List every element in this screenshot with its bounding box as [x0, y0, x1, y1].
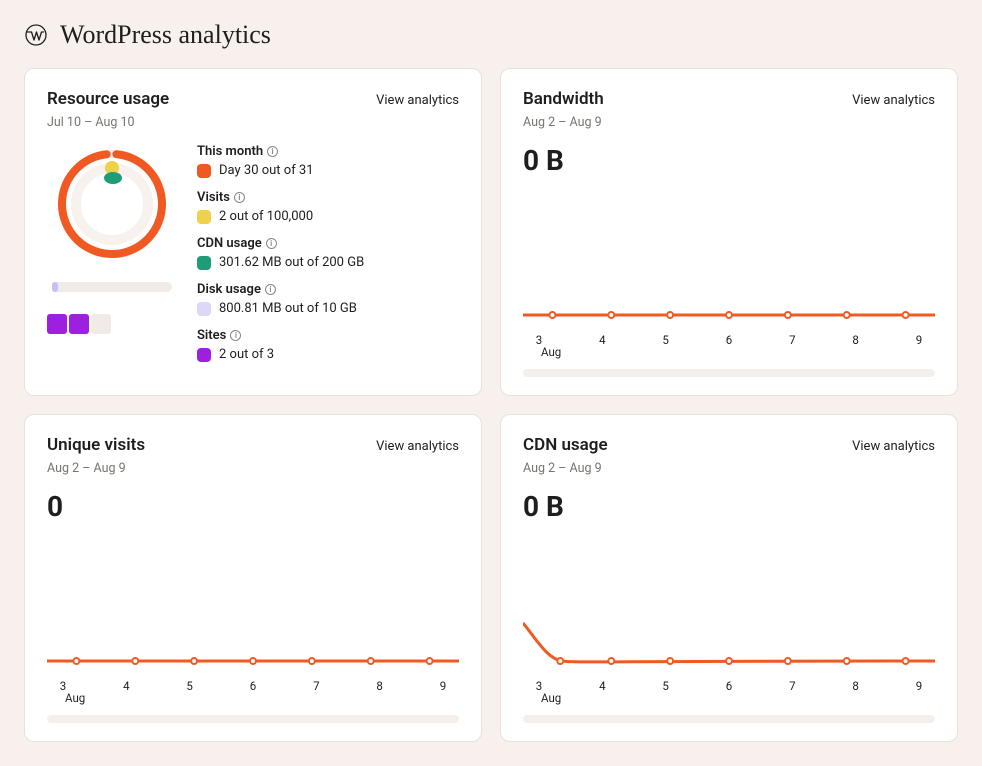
view-analytics-link[interactable]: View analytics [852, 439, 935, 454]
view-analytics-link[interactable]: View analytics [376, 439, 459, 454]
sites-usage-squares [47, 314, 111, 334]
date-range: Aug 2 – Aug 9 [47, 461, 459, 476]
card-unique-visits: Unique visits View analytics Aug 2 – Aug… [24, 414, 482, 742]
view-analytics-link[interactable]: View analytics [376, 93, 459, 108]
legend-title-visits: Visitsi [197, 190, 245, 205]
date-range: Jul 10 – Aug 10 [47, 115, 459, 130]
bandwidth-line-chart [523, 265, 935, 325]
info-icon[interactable]: i [230, 330, 241, 341]
cdn-usage-line-chart [523, 611, 935, 671]
cdn-usage-value: 0 B [523, 490, 935, 523]
card-title: Resource usage [47, 89, 169, 109]
card-bandwidth: Bandwidth View analytics Aug 2 – Aug 9 0… [500, 68, 958, 396]
card-cdn-usage: CDN usage View analytics Aug 2 – Aug 9 0… [500, 414, 958, 742]
disk-usage-bar [52, 282, 172, 292]
swatch-green [197, 256, 211, 270]
date-range: Aug 2 – Aug 9 [523, 461, 935, 476]
x-axis-month: Aug [523, 691, 935, 705]
swatch-purple [197, 348, 211, 362]
card-title: Unique visits [47, 435, 145, 455]
x-axis-month: Aug [47, 691, 459, 705]
legend-title-cdn: CDN usagei [197, 236, 277, 251]
page-title: WordPress analytics [60, 20, 271, 50]
resource-legend: This monthi Day 30 out of 31 Visitsi 2 o… [197, 144, 459, 374]
resource-donut-chart [52, 144, 172, 264]
wordpress-logo-icon [24, 23, 48, 47]
swatch-yellow [197, 210, 211, 224]
scroll-track[interactable] [523, 715, 935, 723]
card-title: CDN usage [523, 435, 608, 455]
swatch-lilac [197, 302, 211, 316]
legend-title-sites: Sitesi [197, 328, 241, 343]
info-icon[interactable]: i [265, 284, 276, 295]
view-analytics-link[interactable]: View analytics [852, 93, 935, 108]
swatch-orange [197, 164, 211, 178]
card-resource-usage: Resource usage View analytics Jul 10 – A… [24, 68, 482, 396]
card-title: Bandwidth [523, 89, 604, 109]
info-icon[interactable]: i [234, 192, 245, 203]
unique-visits-value: 0 [47, 490, 459, 523]
info-icon[interactable]: i [266, 238, 277, 249]
scroll-track[interactable] [47, 715, 459, 723]
date-range: Aug 2 – Aug 9 [523, 115, 935, 130]
scroll-track[interactable] [523, 369, 935, 377]
info-icon[interactable]: i [267, 146, 278, 157]
legend-title-disk: Disk usagei [197, 282, 276, 297]
legend-title-month: This monthi [197, 144, 278, 159]
unique-visits-line-chart [47, 611, 459, 671]
x-axis-month: Aug [523, 345, 935, 359]
bandwidth-value: 0 B [523, 144, 935, 177]
